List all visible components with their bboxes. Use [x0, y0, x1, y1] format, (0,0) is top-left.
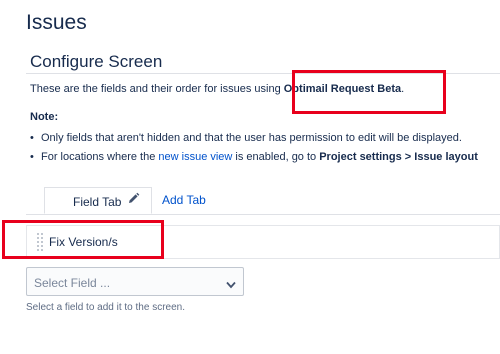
select-field-placeholder: Select Field ...	[34, 276, 111, 290]
screen-title: Configure Screen	[30, 52, 163, 71]
pencil-icon[interactable]	[127, 192, 140, 208]
select-field-hint: Select a field to add it to the screen.	[26, 302, 185, 313]
new-issue-view-link[interactable]: new issue view	[158, 151, 232, 163]
highlight-box-issue-type	[292, 70, 446, 114]
add-tab-link[interactable]: Add Tab	[162, 193, 206, 207]
tabs-divider	[26, 214, 500, 215]
chevron-down-icon	[226, 278, 236, 292]
select-field-dropdown[interactable]: Select Field ...	[26, 267, 244, 296]
note-label: Note:	[30, 111, 59, 123]
highlight-box-field-row	[2, 220, 164, 259]
issue-layout-path: Project settings > Issue layout	[319, 151, 478, 163]
tab-field-tab[interactable]: Field Tab	[44, 187, 152, 214]
page-title: Issues	[26, 11, 87, 34]
tab-field-tab-label: Field Tab	[73, 195, 122, 209]
description-text: These are the fields and their order for…	[30, 83, 284, 95]
note-item-permissions: Only fields that aren't hidden and that …	[30, 132, 478, 151]
note-item-issue-layout: For locations where the new issue view i…	[30, 151, 478, 170]
note-list: Only fields that aren't hidden and that …	[30, 132, 478, 170]
